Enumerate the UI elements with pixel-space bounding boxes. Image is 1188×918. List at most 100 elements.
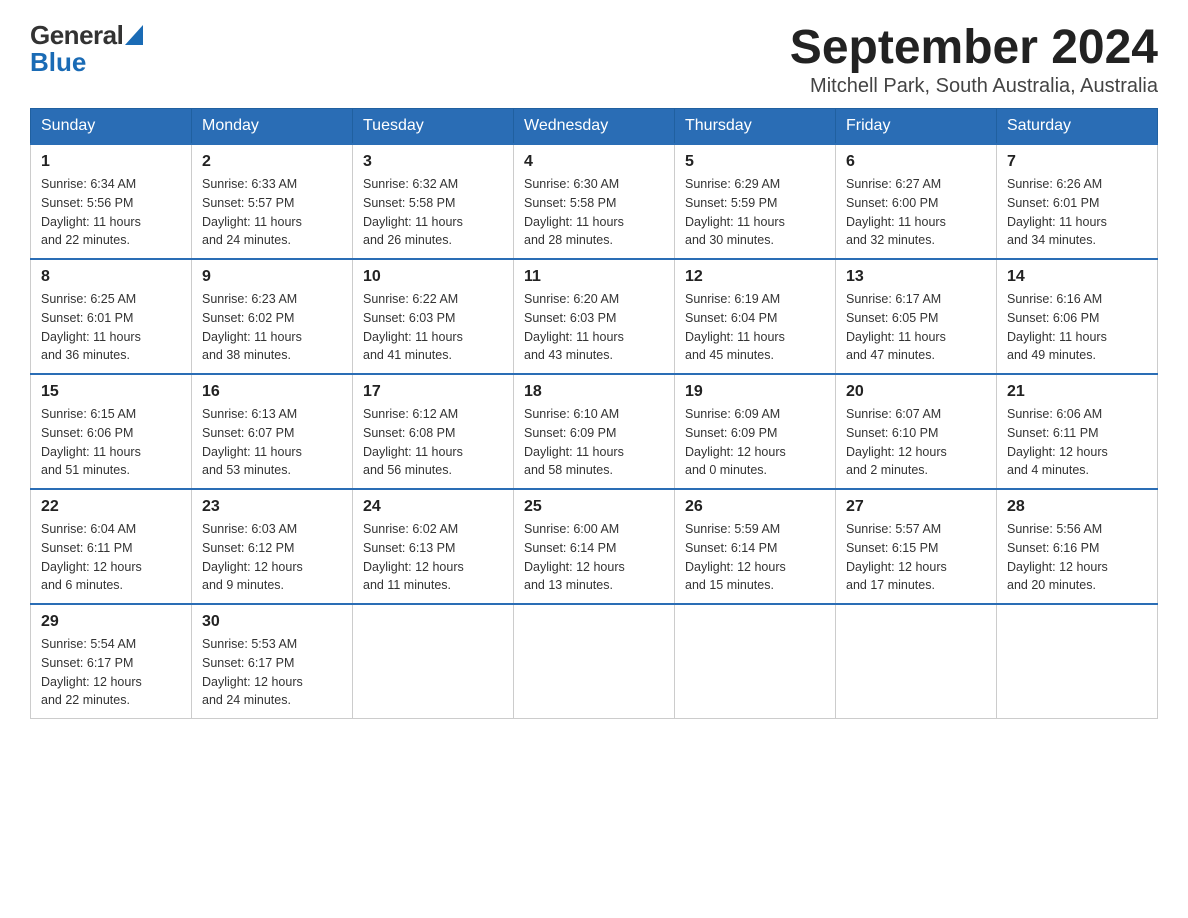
- weekday-header-friday: Friday: [836, 109, 997, 145]
- day-cell-6: 6Sunrise: 6:27 AMSunset: 6:00 PMDaylight…: [836, 144, 997, 259]
- day-number: 20: [846, 383, 986, 401]
- day-info: Sunrise: 6:34 AMSunset: 5:56 PMDaylight:…: [41, 175, 181, 250]
- day-cell-25: 25Sunrise: 6:00 AMSunset: 6:14 PMDayligh…: [514, 489, 675, 604]
- day-number: 24: [363, 498, 503, 516]
- empty-cell: [675, 604, 836, 719]
- day-info: Sunrise: 6:00 AMSunset: 6:14 PMDaylight:…: [524, 520, 664, 595]
- day-cell-8: 8 Sunrise: 6:25 AMSunset: 6:01 PMDaylight…: [31, 259, 192, 374]
- day-cell-7: 7 Sunrise: 6:26 AMSunset: 6:01 PMDaylight…: [997, 144, 1158, 259]
- day-cell-22: 22 Sunrise: 6:04 AMSunset: 6:11 PMDayligh…: [31, 489, 192, 604]
- day-number: 22: [41, 498, 181, 516]
- weekday-header-wednesday: Wednesday: [514, 109, 675, 145]
- day-cell-1: 1 Sunrise: 6:34 AMSunset: 5:56 PMDaylight…: [31, 144, 192, 259]
- day-number: 1: [41, 153, 181, 171]
- day-info: Sunrise: 6:07 AMSunset: 6:10 PMDaylight:…: [846, 405, 986, 480]
- day-cell-5: 5 Sunrise: 6:29 AMSunset: 5:59 PMDaylight…: [675, 144, 836, 259]
- day-cell-14: 14 Sunrise: 6:16 AMSunset: 6:06 PMDayligh…: [997, 259, 1158, 374]
- day-number: 16: [202, 383, 342, 401]
- day-cell-21: 21Sunrise: 6:06 AMSunset: 6:11 PMDayligh…: [997, 374, 1158, 489]
- logo-triangle-icon: [125, 25, 143, 50]
- weekday-header-monday: Monday: [192, 109, 353, 145]
- calendar-table: SundayMondayTuesdayWednesdayThursdayFrid…: [30, 108, 1158, 719]
- day-cell-18: 18 Sunrise: 6:10 AMSunset: 6:09 PMDayligh…: [514, 374, 675, 489]
- day-number: 28: [1007, 498, 1147, 516]
- day-number: 18: [524, 383, 664, 401]
- day-cell-10: 10Sunrise: 6:22 AMSunset: 6:03 PMDayligh…: [353, 259, 514, 374]
- page-header: General Blue September 2024 Mitchell Par…: [30, 20, 1158, 98]
- day-number: 8: [41, 268, 181, 286]
- day-cell-4: 4 Sunrise: 6:30 AMSunset: 5:58 PMDaylight…: [514, 144, 675, 259]
- day-info: Sunrise: 5:57 AMSunset: 6:15 PMDaylight:…: [846, 520, 986, 595]
- day-cell-24: 24 Sunrise: 6:02 AMSunset: 6:13 PMDayligh…: [353, 489, 514, 604]
- day-info: Sunrise: 5:56 AMSunset: 6:16 PMDaylight:…: [1007, 520, 1147, 595]
- week-row-1: 1 Sunrise: 6:34 AMSunset: 5:56 PMDaylight…: [31, 144, 1158, 259]
- day-number: 17: [363, 383, 503, 401]
- logo: General Blue: [30, 20, 143, 78]
- day-number: 5: [685, 153, 825, 171]
- day-number: 2: [202, 153, 342, 171]
- day-number: 21: [1007, 383, 1147, 401]
- day-cell-26: 26 Sunrise: 5:59 AMSunset: 6:14 PMDayligh…: [675, 489, 836, 604]
- day-cell-15: 15 Sunrise: 6:15 AMSunset: 6:06 PMDayligh…: [31, 374, 192, 489]
- day-cell-3: 3 Sunrise: 6:32 AMSunset: 5:58 PMDaylight…: [353, 144, 514, 259]
- day-number: 11: [524, 268, 664, 286]
- day-number: 26: [685, 498, 825, 516]
- day-number: 4: [524, 153, 664, 171]
- weekday-header-row: SundayMondayTuesdayWednesdayThursdayFrid…: [31, 109, 1158, 145]
- day-info: Sunrise: 6:27 AMSunset: 6:00 PMDaylight:…: [846, 175, 986, 250]
- day-cell-2: 2 Sunrise: 6:33 AMSunset: 5:57 PMDaylight…: [192, 144, 353, 259]
- day-number: 13: [846, 268, 986, 286]
- day-number: 9: [202, 268, 342, 286]
- day-info: Sunrise: 6:26 AMSunset: 6:01 PMDaylight:…: [1007, 175, 1147, 250]
- weekday-header-sunday: Sunday: [31, 109, 192, 145]
- empty-cell: [997, 604, 1158, 719]
- weekday-header-saturday: Saturday: [997, 109, 1158, 145]
- day-number: 14: [1007, 268, 1147, 286]
- day-number: 15: [41, 383, 181, 401]
- weekday-header-tuesday: Tuesday: [353, 109, 514, 145]
- empty-cell: [514, 604, 675, 719]
- day-info: Sunrise: 5:59 AMSunset: 6:14 PMDaylight:…: [685, 520, 825, 595]
- day-number: 19: [685, 383, 825, 401]
- day-info: Sunrise: 5:53 AMSunset: 6:17 PMDaylight:…: [202, 635, 342, 710]
- day-info: Sunrise: 6:15 AMSunset: 6:06 PMDaylight:…: [41, 405, 181, 480]
- day-info: Sunrise: 6:33 AMSunset: 5:57 PMDaylight:…: [202, 175, 342, 250]
- title-area: September 2024 Mitchell Park, South Aust…: [790, 20, 1158, 98]
- day-info: Sunrise: 6:04 AMSunset: 6:11 PMDaylight:…: [41, 520, 181, 595]
- logo-blue-text: Blue: [30, 47, 86, 78]
- month-year-title: September 2024: [790, 20, 1158, 75]
- day-info: Sunrise: 6:20 AMSunset: 6:03 PMDaylight:…: [524, 290, 664, 365]
- day-info: Sunrise: 5:54 AMSunset: 6:17 PMDaylight:…: [41, 635, 181, 710]
- day-cell-19: 19 Sunrise: 6:09 AMSunset: 6:09 PMDayligh…: [675, 374, 836, 489]
- day-info: Sunrise: 6:13 AMSunset: 6:07 PMDaylight:…: [202, 405, 342, 480]
- day-info: Sunrise: 6:10 AMSunset: 6:09 PMDaylight:…: [524, 405, 664, 480]
- day-info: Sunrise: 6:09 AMSunset: 6:09 PMDaylight:…: [685, 405, 825, 480]
- empty-cell: [353, 604, 514, 719]
- day-cell-28: 28 Sunrise: 5:56 AMSunset: 6:16 PMDayligh…: [997, 489, 1158, 604]
- day-cell-9: 9Sunrise: 6:23 AMSunset: 6:02 PMDaylight…: [192, 259, 353, 374]
- day-info: Sunrise: 6:16 AMSunset: 6:06 PMDaylight:…: [1007, 290, 1147, 365]
- day-info: Sunrise: 6:32 AMSunset: 5:58 PMDaylight:…: [363, 175, 503, 250]
- location-subtitle: Mitchell Park, South Australia, Australi…: [790, 75, 1158, 98]
- day-number: 29: [41, 613, 181, 631]
- day-info: Sunrise: 6:19 AMSunset: 6:04 PMDaylight:…: [685, 290, 825, 365]
- day-number: 3: [363, 153, 503, 171]
- day-number: 30: [202, 613, 342, 631]
- day-cell-27: 27 Sunrise: 5:57 AMSunset: 6:15 PMDayligh…: [836, 489, 997, 604]
- day-cell-29: 29 Sunrise: 5:54 AMSunset: 6:17 PMDayligh…: [31, 604, 192, 719]
- day-number: 7: [1007, 153, 1147, 171]
- day-info: Sunrise: 6:29 AMSunset: 5:59 PMDaylight:…: [685, 175, 825, 250]
- day-number: 10: [363, 268, 503, 286]
- day-info: Sunrise: 6:02 AMSunset: 6:13 PMDaylight:…: [363, 520, 503, 595]
- day-info: Sunrise: 6:03 AMSunset: 6:12 PMDaylight:…: [202, 520, 342, 595]
- day-number: 23: [202, 498, 342, 516]
- day-cell-11: 11 Sunrise: 6:20 AMSunset: 6:03 PMDayligh…: [514, 259, 675, 374]
- day-number: 27: [846, 498, 986, 516]
- day-cell-16: 16 Sunrise: 6:13 AMSunset: 6:07 PMDayligh…: [192, 374, 353, 489]
- day-cell-12: 12Sunrise: 6:19 AMSunset: 6:04 PMDayligh…: [675, 259, 836, 374]
- day-cell-17: 17Sunrise: 6:12 AMSunset: 6:08 PMDayligh…: [353, 374, 514, 489]
- day-info: Sunrise: 6:30 AMSunset: 5:58 PMDaylight:…: [524, 175, 664, 250]
- day-cell-13: 13Sunrise: 6:17 AMSunset: 6:05 PMDayligh…: [836, 259, 997, 374]
- day-cell-23: 23 Sunrise: 6:03 AMSunset: 6:12 PMDayligh…: [192, 489, 353, 604]
- day-info: Sunrise: 6:25 AMSunset: 6:01 PMDaylight:…: [41, 290, 181, 365]
